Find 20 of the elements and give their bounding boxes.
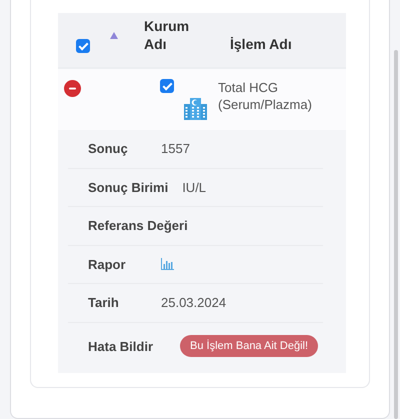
field-label: Referans Değeri: [88, 218, 188, 234]
field-value: IU/L: [182, 180, 206, 195]
field-label: Hata Bildir: [88, 338, 154, 354]
field-label: Sonuç Birimi: [88, 180, 168, 195]
checkbox[interactable]: [76, 39, 90, 53]
column-header[interactable]: İşlem Adı: [230, 35, 292, 53]
field-label: Sonuç: [88, 141, 129, 156]
bar-chart-icon[interactable]: [161, 258, 174, 270]
sort-up-icon[interactable]: [110, 32, 118, 39]
field-value: 25.03.2024: [161, 295, 226, 310]
checkbox[interactable]: [160, 79, 174, 93]
field-label: Tarih: [88, 295, 120, 310]
collapse-icon[interactable]: [64, 80, 81, 97]
field-label: Rapor: [88, 256, 127, 272]
report-error-button[interactable]: Bu İşlem Bana Ait Değil!: [180, 335, 318, 357]
building-icon: [183, 96, 208, 121]
table-cell-text: Total HCG (Serum/Plazma): [218, 79, 313, 114]
scrollbar-thumb[interactable]: [394, 50, 398, 419]
column-header[interactable]: Kurum Adı: [144, 17, 206, 53]
field-value: 1557: [161, 141, 190, 156]
